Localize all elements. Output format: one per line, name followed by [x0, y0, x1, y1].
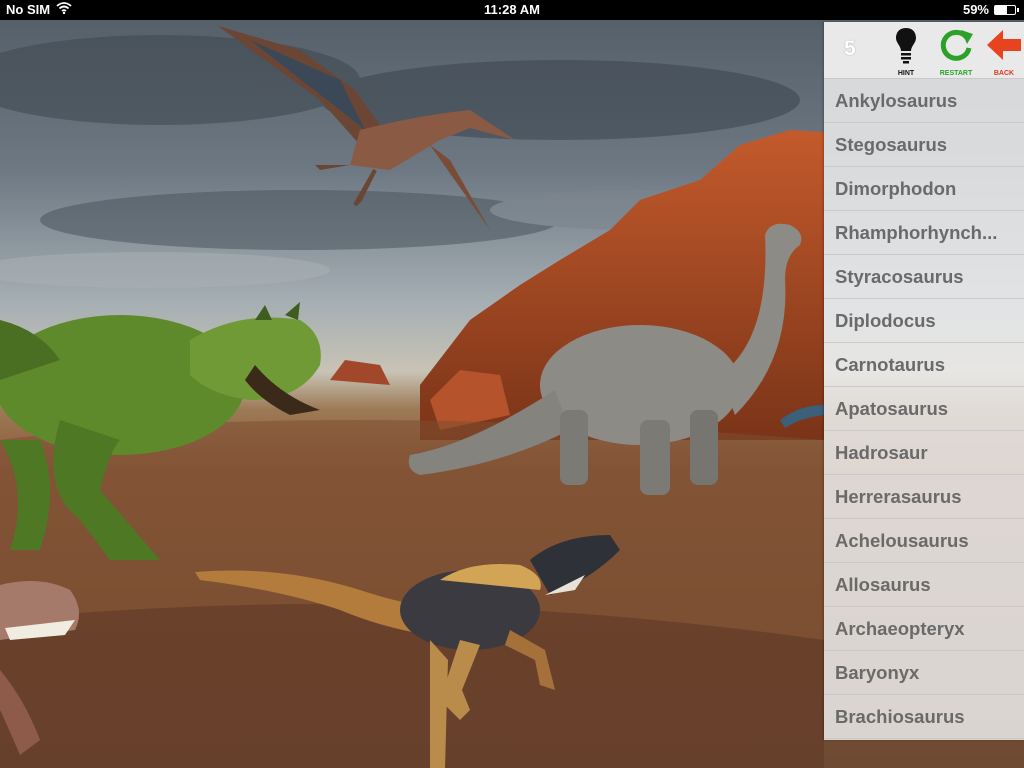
clock: 11:28 AM — [484, 2, 540, 17]
list-item[interactable]: Ankylosaurus — [824, 79, 1024, 123]
list-item[interactable]: Rhamphorhynch... — [824, 211, 1024, 255]
battery-icon — [994, 4, 1019, 15]
list-item[interactable]: Brachiosaurus — [824, 695, 1024, 739]
dino-name-list: Ankylosaurus Stegosaurus Dimorphodon Rha… — [824, 79, 1024, 739]
list-item[interactable]: Styracosaurus — [824, 255, 1024, 299]
list-item[interactable]: Apatosaurus — [824, 387, 1024, 431]
hint-label: HINT — [897, 70, 915, 77]
remaining-counter: 5 — [844, 37, 856, 60]
restart-button[interactable]: RESTART — [934, 26, 978, 77]
restart-label: RESTART — [939, 70, 973, 77]
hint-button[interactable]: HINT — [884, 26, 928, 77]
list-item[interactable]: Baryonyx — [824, 651, 1024, 695]
list-item[interactable]: Archaeopteryx — [824, 607, 1024, 651]
back-button[interactable]: BACK — [982, 26, 1024, 77]
battery-percent: 59% — [962, 2, 989, 17]
list-item[interactable]: Allosaurus — [824, 563, 1024, 607]
list-item[interactable]: Dimorphodon — [824, 167, 1024, 211]
list-item[interactable]: Carnotaurus — [824, 343, 1024, 387]
back-arrow-icon — [985, 26, 1023, 69]
list-item[interactable]: Hadrosaur — [824, 431, 1024, 475]
lightbulb-icon — [894, 26, 918, 69]
back-label: BACK — [993, 70, 1015, 77]
restart-arrow-icon — [937, 26, 975, 69]
list-item[interactable]: Stegosaurus — [824, 123, 1024, 167]
dino-name-panel: 5 HINT RESTART BACK Ankylosaurus Stegosa… — [824, 22, 1024, 740]
list-item[interactable]: Achelousaurus — [824, 519, 1024, 563]
toolbar: 5 HINT RESTART BACK — [824, 22, 1024, 79]
list-item[interactable]: Herrerasaurus — [824, 475, 1024, 519]
status-bar: No SIM 11:28 AM 59% — [0, 0, 1024, 20]
list-item[interactable]: Diplodocus — [824, 299, 1024, 343]
